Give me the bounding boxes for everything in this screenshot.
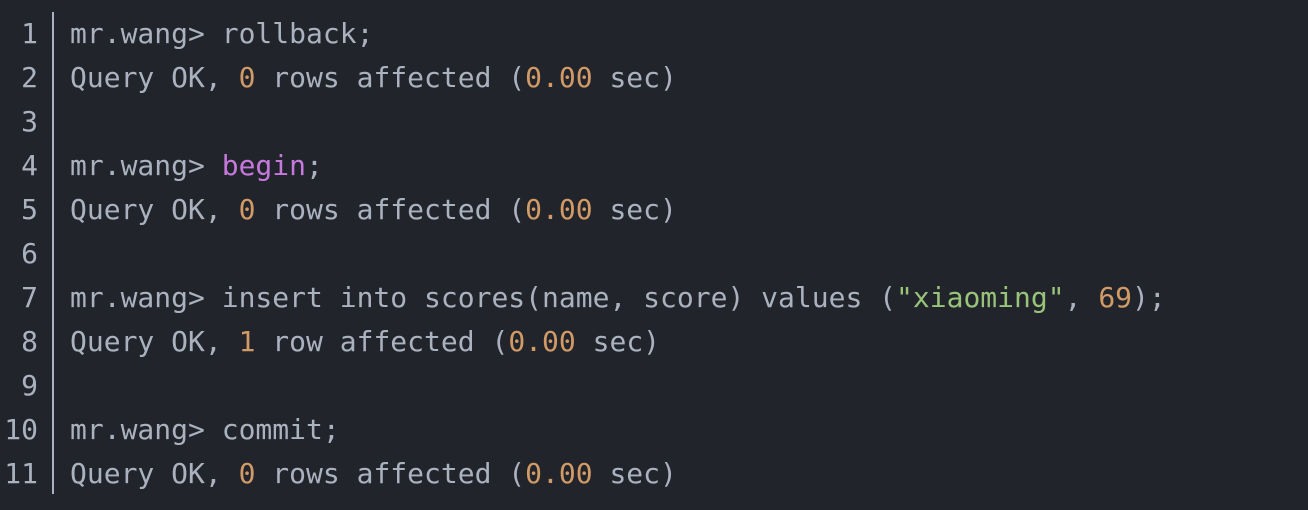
code-line-result: Query OK, 1 row affected (0.00 sec): [70, 320, 1308, 364]
command-text: commit: [221, 413, 323, 446]
result-suffix: sec): [592, 61, 677, 94]
result-prefix: Query OK,: [70, 457, 239, 490]
line-number: 8: [21, 325, 38, 358]
line-number: 2: [21, 61, 38, 94]
result-prefix: Query OK,: [70, 325, 239, 358]
line-number: 11: [4, 457, 38, 490]
result-middle: rows affected (: [255, 61, 526, 94]
code-viewer: 1 2 3 4 5 6 7 8 9 10 11 mr.wang> rollbac…: [0, 0, 1308, 510]
prompt-text: mr.wang>: [70, 413, 222, 446]
code-line-prompt: mr.wang> rollback;: [70, 12, 1308, 56]
code-line-prompt: mr.wang> insert into scores(name, score)…: [70, 276, 1308, 320]
line-number: 3: [21, 105, 38, 138]
command-text: insert into scores(name, score) values (: [221, 281, 897, 314]
line-number: 5: [21, 193, 38, 226]
exec-time: 0.00: [525, 61, 593, 94]
line-number: 1: [21, 17, 38, 50]
line-number: 7: [21, 281, 38, 314]
code-area: mr.wang> rollback; Query OK, 0 rows affe…: [70, 12, 1308, 496]
prompt-text: mr.wang>: [70, 17, 222, 50]
code-line-prompt: mr.wang> commit;: [70, 408, 1308, 452]
statement-end: ;: [356, 17, 374, 50]
exec-time: 0.00: [508, 325, 576, 358]
prompt-text: mr.wang>: [70, 281, 222, 314]
line-number: 10: [4, 413, 38, 446]
string-literal: "xiaoming": [896, 281, 1065, 314]
exec-time: 0.00: [525, 193, 593, 226]
row-count: 0: [238, 457, 256, 490]
row-count: 1: [238, 325, 256, 358]
result-prefix: Query OK,: [70, 193, 239, 226]
result-suffix: sec): [592, 193, 677, 226]
result-middle: rows affected (: [255, 193, 526, 226]
line-number: 4: [21, 149, 38, 182]
row-count: 0: [238, 61, 256, 94]
exec-time: 0.00: [525, 457, 593, 490]
result-middle: row affected (: [255, 325, 509, 358]
number-literal: 69: [1098, 281, 1133, 314]
code-line-result: Query OK, 0 rows affected (0.00 sec): [70, 452, 1308, 496]
result-suffix: sec): [575, 325, 661, 358]
result-middle: rows affected (: [255, 457, 526, 490]
command-text: rollback: [221, 17, 357, 50]
keyword-text: begin: [221, 149, 307, 182]
line-number-gutter: 1 2 3 4 5 6 7 8 9 10 11: [0, 12, 54, 494]
statement-end: ;: [306, 149, 323, 182]
statement-end: );: [1132, 281, 1166, 314]
separator-text: ,: [1064, 281, 1099, 314]
code-line-result: Query OK, 0 rows affected (0.00 sec): [70, 56, 1308, 100]
prompt-text: mr.wang>: [70, 149, 222, 182]
result-suffix: sec): [592, 457, 677, 490]
statement-end: ;: [322, 413, 340, 446]
code-line-prompt: mr.wang> begin;: [70, 144, 1308, 188]
line-number: 6: [21, 237, 38, 270]
line-number: 9: [21, 369, 38, 402]
code-line-result: Query OK, 0 rows affected (0.00 sec): [70, 188, 1308, 232]
result-prefix: Query OK,: [70, 61, 239, 94]
row-count: 0: [238, 193, 256, 226]
